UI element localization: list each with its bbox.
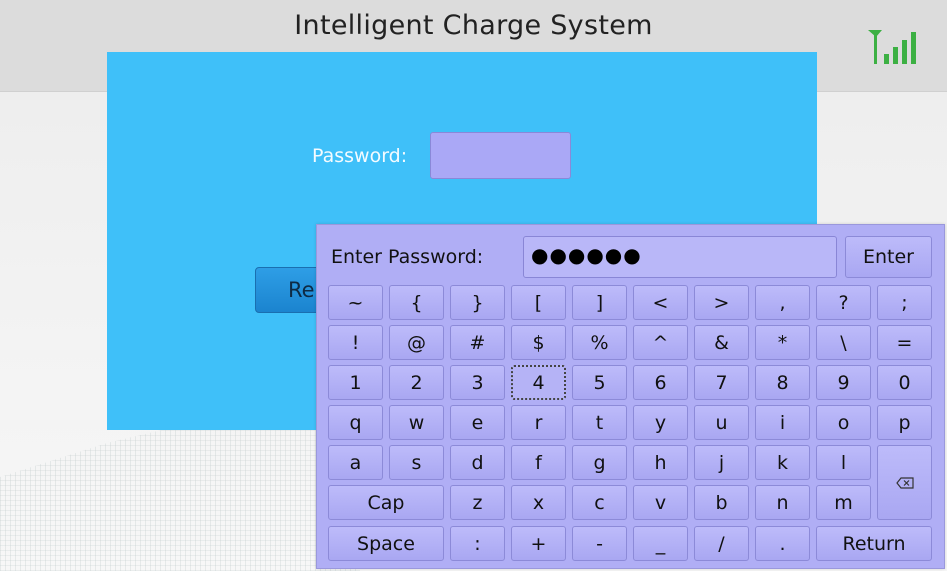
z-key[interactable]: z (450, 485, 505, 520)
o-key[interactable]: o (816, 405, 871, 440)
app-title: Intelligent Charge System (294, 10, 653, 41)
colon-key[interactable]: : (450, 526, 505, 561)
hash-key[interactable]: # (450, 325, 505, 360)
d-key[interactable]: d (450, 445, 505, 480)
q-key[interactable]: q (328, 405, 383, 440)
0-key[interactable]: 0 (877, 365, 932, 400)
s-key[interactable]: s (389, 445, 444, 480)
cap-key[interactable]: Cap (328, 485, 444, 520)
equals-key[interactable]: = (877, 325, 932, 360)
asterisk-key[interactable]: * (755, 325, 810, 360)
left-brace-key[interactable]: { (389, 285, 444, 320)
underscore-key[interactable]: _ (633, 526, 688, 561)
5-key[interactable]: 5 (572, 365, 627, 400)
a-key[interactable]: a (328, 445, 383, 480)
enter-key[interactable]: Enter (845, 236, 932, 278)
password-label: Password: (312, 145, 408, 167)
question-key[interactable]: ? (816, 285, 871, 320)
ampersand-key[interactable]: & (694, 325, 749, 360)
u-key[interactable]: u (694, 405, 749, 440)
comma-key[interactable]: , (755, 285, 810, 320)
on-screen-keyboard: Enter Password: ●●●●●● Enter ~{}[] < >,?;!… (316, 224, 945, 569)
j-key[interactable]: j (694, 445, 749, 480)
7-key[interactable]: 7 (694, 365, 749, 400)
password-input[interactable] (430, 132, 571, 179)
n-key[interactable]: n (755, 485, 810, 520)
right-brace-key[interactable]: } (450, 285, 505, 320)
t-key[interactable]: t (572, 405, 627, 440)
9-key[interactable]: 9 (816, 365, 871, 400)
backspace-key[interactable] (877, 445, 932, 520)
period-key[interactable]: . (755, 526, 810, 561)
h-key[interactable]: h (633, 445, 688, 480)
l-key[interactable]: l (816, 445, 871, 480)
semicolon-key[interactable]: ; (877, 285, 932, 320)
v-key[interactable]: v (633, 485, 688, 520)
6-key[interactable]: 6 (633, 365, 688, 400)
at-key[interactable]: @ (389, 325, 444, 360)
caret-key[interactable]: ^ (633, 325, 688, 360)
p-key[interactable]: p (877, 405, 932, 440)
minus-key[interactable]: - (572, 526, 627, 561)
right-bracket-key[interactable]: ] (572, 285, 627, 320)
8-key[interactable]: 8 (755, 365, 810, 400)
c-key[interactable]: c (572, 485, 627, 520)
plus-key[interactable]: + (511, 526, 566, 561)
space-key[interactable]: Space (328, 526, 444, 561)
g-key[interactable]: g (572, 445, 627, 480)
backspace-icon (895, 476, 914, 489)
return-key[interactable]: Return (816, 526, 932, 561)
y-key[interactable]: y (633, 405, 688, 440)
keyboard-password-field[interactable]: ●●●●●● (523, 236, 837, 278)
greater-than-key[interactable]: > (694, 285, 749, 320)
tilde-key[interactable]: ~ (328, 285, 383, 320)
4-key[interactable]: 4 (511, 365, 566, 400)
exclamation-key[interactable]: ! (328, 325, 383, 360)
f-key[interactable]: f (511, 445, 566, 480)
k-key[interactable]: k (755, 445, 810, 480)
less-than-key[interactable]: < (633, 285, 688, 320)
w-key[interactable]: w (389, 405, 444, 440)
left-bracket-key[interactable]: [ (511, 285, 566, 320)
r-key[interactable]: r (511, 405, 566, 440)
slash-key[interactable]: / (694, 526, 749, 561)
dollar-key[interactable]: $ (511, 325, 566, 360)
m-key[interactable]: m (816, 485, 871, 520)
keyboard-prompt-label: Enter Password: (331, 246, 484, 268)
e-key[interactable]: e (450, 405, 505, 440)
i-key[interactable]: i (755, 405, 810, 440)
2-key[interactable]: 2 (389, 365, 444, 400)
screen: Intelligent Charge System Password: Re E… (0, 0, 947, 571)
b-key[interactable]: b (694, 485, 749, 520)
signal-strength-icon (868, 30, 916, 64)
backslash-key[interactable]: \ (816, 325, 871, 360)
percent-key[interactable]: % (572, 325, 627, 360)
3-key[interactable]: 3 (450, 365, 505, 400)
1-key[interactable]: 1 (328, 365, 383, 400)
x-key[interactable]: x (511, 485, 566, 520)
